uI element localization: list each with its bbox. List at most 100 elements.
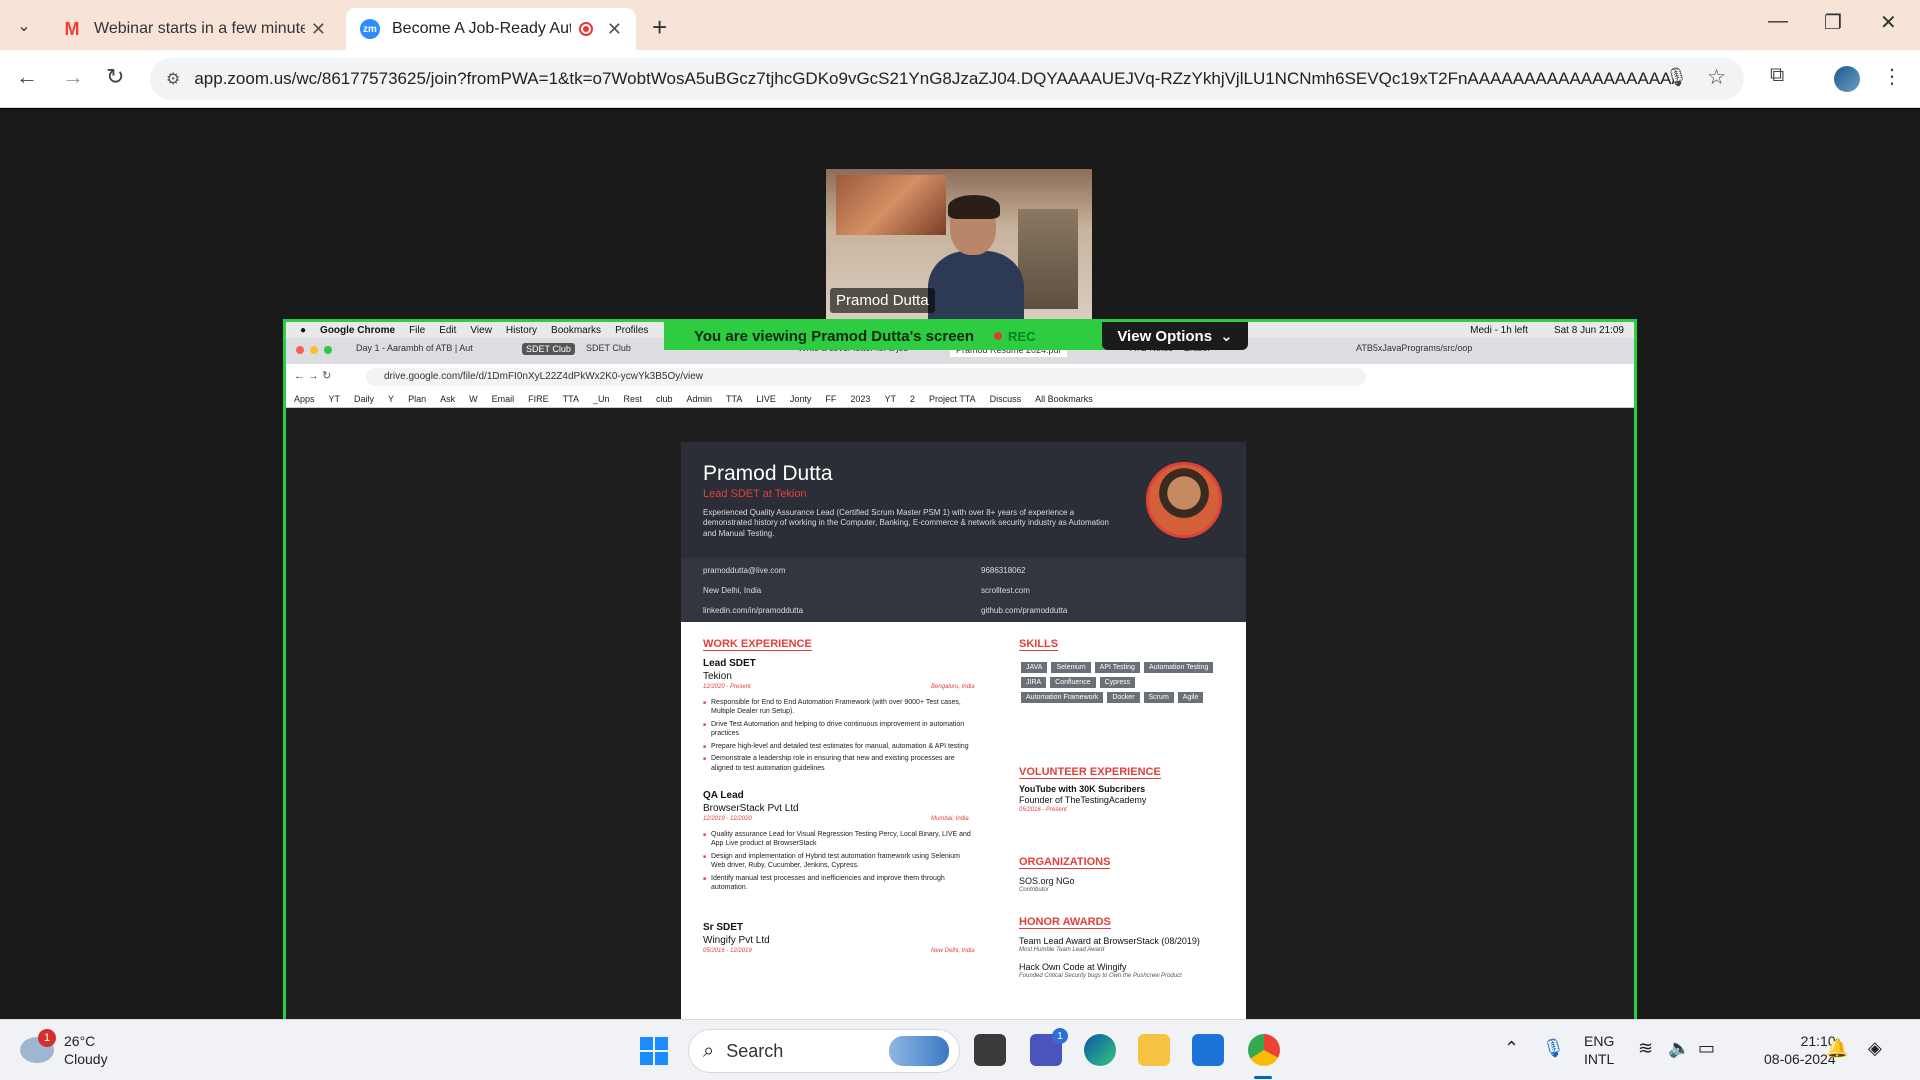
search-icon: ⌕ (703, 1039, 715, 1062)
weather-widget[interactable]: 1 26°C Cloudy (20, 1029, 108, 1068)
language-indicator[interactable]: ENG INTL (1584, 1032, 1614, 1068)
lang-bottom: INTL (1584, 1051, 1615, 1068)
menu-item: History (505, 324, 538, 336)
recording-icon (578, 22, 593, 36)
weather-desc: Cloudy (64, 1051, 108, 1068)
skill-chip: Agile (1177, 692, 1204, 703)
job-dates: 12/2019 - 12/2020 (703, 816, 752, 822)
bookmark-item: club (656, 394, 673, 404)
bookmark-item: Apps (294, 394, 315, 404)
copilot-icon[interactable]: ◈ (1868, 1038, 1882, 1059)
back-button[interactable]: ← (16, 64, 38, 90)
menu-item: Google Chrome (320, 324, 396, 336)
bullet: Identify manual test processes and ineff… (703, 874, 973, 893)
search-highlight-image (889, 1036, 949, 1066)
active-app-indicator (1254, 1076, 1272, 1079)
phone-text: 9686318062 (981, 566, 1026, 575)
chevron-up-icon[interactable]: ⌃ (1504, 1038, 1519, 1059)
bookmark-item: Admin (686, 394, 713, 404)
edge-icon[interactable] (1084, 1034, 1116, 1066)
minimize-button[interactable]: — (1768, 10, 1788, 33)
resume-name: Pramod Dutta (703, 462, 833, 485)
organization-name: SOS.org NGo (1019, 876, 1075, 886)
skill-chip: Automation Framework (1021, 692, 1104, 703)
close-window-button[interactable]: ✕ (1880, 10, 1897, 35)
job-company: Tekion (703, 670, 732, 682)
bookmark-item: W (469, 394, 478, 404)
task-view-icon[interactable] (974, 1034, 1006, 1066)
tab-zoom[interactable]: zm Become A Job-Ready Autor ✕ (346, 8, 636, 50)
teams-icon[interactable]: 1 (1030, 1028, 1068, 1066)
bookmark-item: YT (328, 394, 341, 404)
close-tab-icon[interactable]: ✕ (311, 19, 326, 40)
wifi-icon[interactable]: ≋ (1638, 1038, 1653, 1059)
bookmark-item: FF (825, 394, 837, 404)
chrome-icon[interactable] (1248, 1034, 1280, 1066)
bookmark-item: 2023 (850, 394, 871, 404)
resume-role: Lead SDET at Tekion (703, 488, 807, 500)
taskbar-search[interactable]: ⌕ Search (688, 1029, 960, 1073)
viewing-label: You are viewing Pramod Dutta's screen (694, 327, 975, 345)
clock[interactable]: 21:10 08-06-2024 (1764, 1032, 1836, 1068)
mic-icon[interactable]: 🎙 (1665, 67, 1688, 88)
skill-chip: JIRA (1021, 677, 1047, 688)
shared-tab: ATB5xJavaPrograms/src/oop (1356, 343, 1473, 353)
restore-button[interactable]: ❐ (1824, 10, 1842, 35)
file-explorer-icon[interactable] (1138, 1034, 1170, 1066)
email-text: pramoddutta@live.com (703, 566, 786, 575)
reload-button[interactable]: ↻ (106, 64, 124, 90)
chevron-down-icon: ⌄ (1220, 328, 1233, 345)
honor-title: Team Lead Award at BrowserStack (08/2019… (1019, 936, 1200, 946)
weather-temp: 26°C (64, 1033, 96, 1049)
tab-search-button[interactable]: ⌄ (10, 12, 38, 40)
work-heading: WORK EXPERIENCE (703, 638, 812, 651)
start-button[interactable] (640, 1037, 668, 1065)
honor-note: Most Humble Team Lead Award (1019, 947, 1105, 954)
bullet: Quality assurance Lead for Visual Regres… (703, 830, 973, 849)
bookmark-item: Daily (354, 394, 375, 404)
participant-video[interactable]: Pramod Dutta (826, 169, 1092, 319)
address-bar[interactable]: ⚙ app.zoom.us/wc/86177573625/join?fromPW… (150, 58, 1744, 100)
bookmark-item: Discuss (989, 394, 1022, 404)
view-options-button[interactable]: View Options ⌄ (1102, 322, 1248, 350)
site-info-icon[interactable]: ⚙ (166, 69, 180, 89)
bookmark-item: YT (884, 394, 896, 404)
windows-taskbar: 1 26°C Cloudy ⌕ Search 1 ⌃ 🎙 ENG INTL ≋ (0, 1019, 1920, 1080)
microphone-icon[interactable]: 🎙 (1542, 1038, 1565, 1059)
profile-avatar[interactable] (1834, 66, 1860, 92)
extensions-icon[interactable]: ⧉ (1770, 64, 1784, 87)
tab-gmail[interactable]: M Webinar starts in a few minutes ✕ (48, 8, 340, 50)
new-tab-button[interactable]: + (652, 12, 667, 43)
job-entry: QA Lead BrowserStack Pvt Ltd (703, 790, 799, 815)
resume-photo (1146, 462, 1222, 538)
resume-header: Pramod Dutta Lead SDET at Tekion Experie… (681, 442, 1246, 622)
notifications-icon[interactable]: 🔔 (1826, 1038, 1848, 1059)
forward-button[interactable]: → (62, 64, 84, 90)
url-text: app.zoom.us/wc/86177573625/join?fromPWA=… (194, 69, 1675, 88)
store-icon[interactable] (1192, 1034, 1224, 1066)
battery-icon[interactable]: ▭ (1698, 1038, 1715, 1059)
volunteer-title: YouTube with 30K Subcribers (1019, 784, 1146, 794)
resume-summary: Experienced Quality Assurance Lead (Cert… (703, 508, 1109, 538)
skill-chip: Confluence (1050, 677, 1096, 688)
job-dates: 12/2020 - Present (703, 684, 751, 690)
bookmark-item: All Bookmarks (1035, 394, 1093, 404)
job-dates: 05/2016 - 12/2019 (703, 948, 752, 954)
linkedin-text: linkedin.com/in/pramoddutta (703, 606, 804, 615)
honors-heading: HONOR AWARDS (1019, 916, 1111, 929)
menu-icon[interactable]: ⋮ (1882, 64, 1902, 89)
job-location: Mumbai, India (931, 816, 969, 822)
organization-entry: SOS.org NGo Contributor (1019, 876, 1075, 895)
tab-title: Become A Job-Ready Autor (392, 20, 571, 37)
volume-icon[interactable]: 🔈 (1668, 1038, 1690, 1059)
skill-chip: API Testing (1094, 662, 1140, 673)
bullet: Design and implementation of Hybrid test… (703, 852, 973, 871)
menu-item: Profiles (615, 324, 649, 336)
bookmark-star-icon[interactable]: ☆ (1707, 65, 1726, 90)
menu-item: File (409, 324, 426, 336)
honor-entry: Hack Own Code at Wingify Founded Critica… (1019, 962, 1182, 981)
shared-screen: ● Google Chrome File Edit View History B… (283, 319, 1637, 1019)
job-company: Wingify Pvt Ltd (703, 934, 770, 946)
close-tab-icon[interactable]: ✕ (607, 19, 622, 40)
job-bullets: Responsible for End to End Automation Fr… (703, 698, 973, 776)
